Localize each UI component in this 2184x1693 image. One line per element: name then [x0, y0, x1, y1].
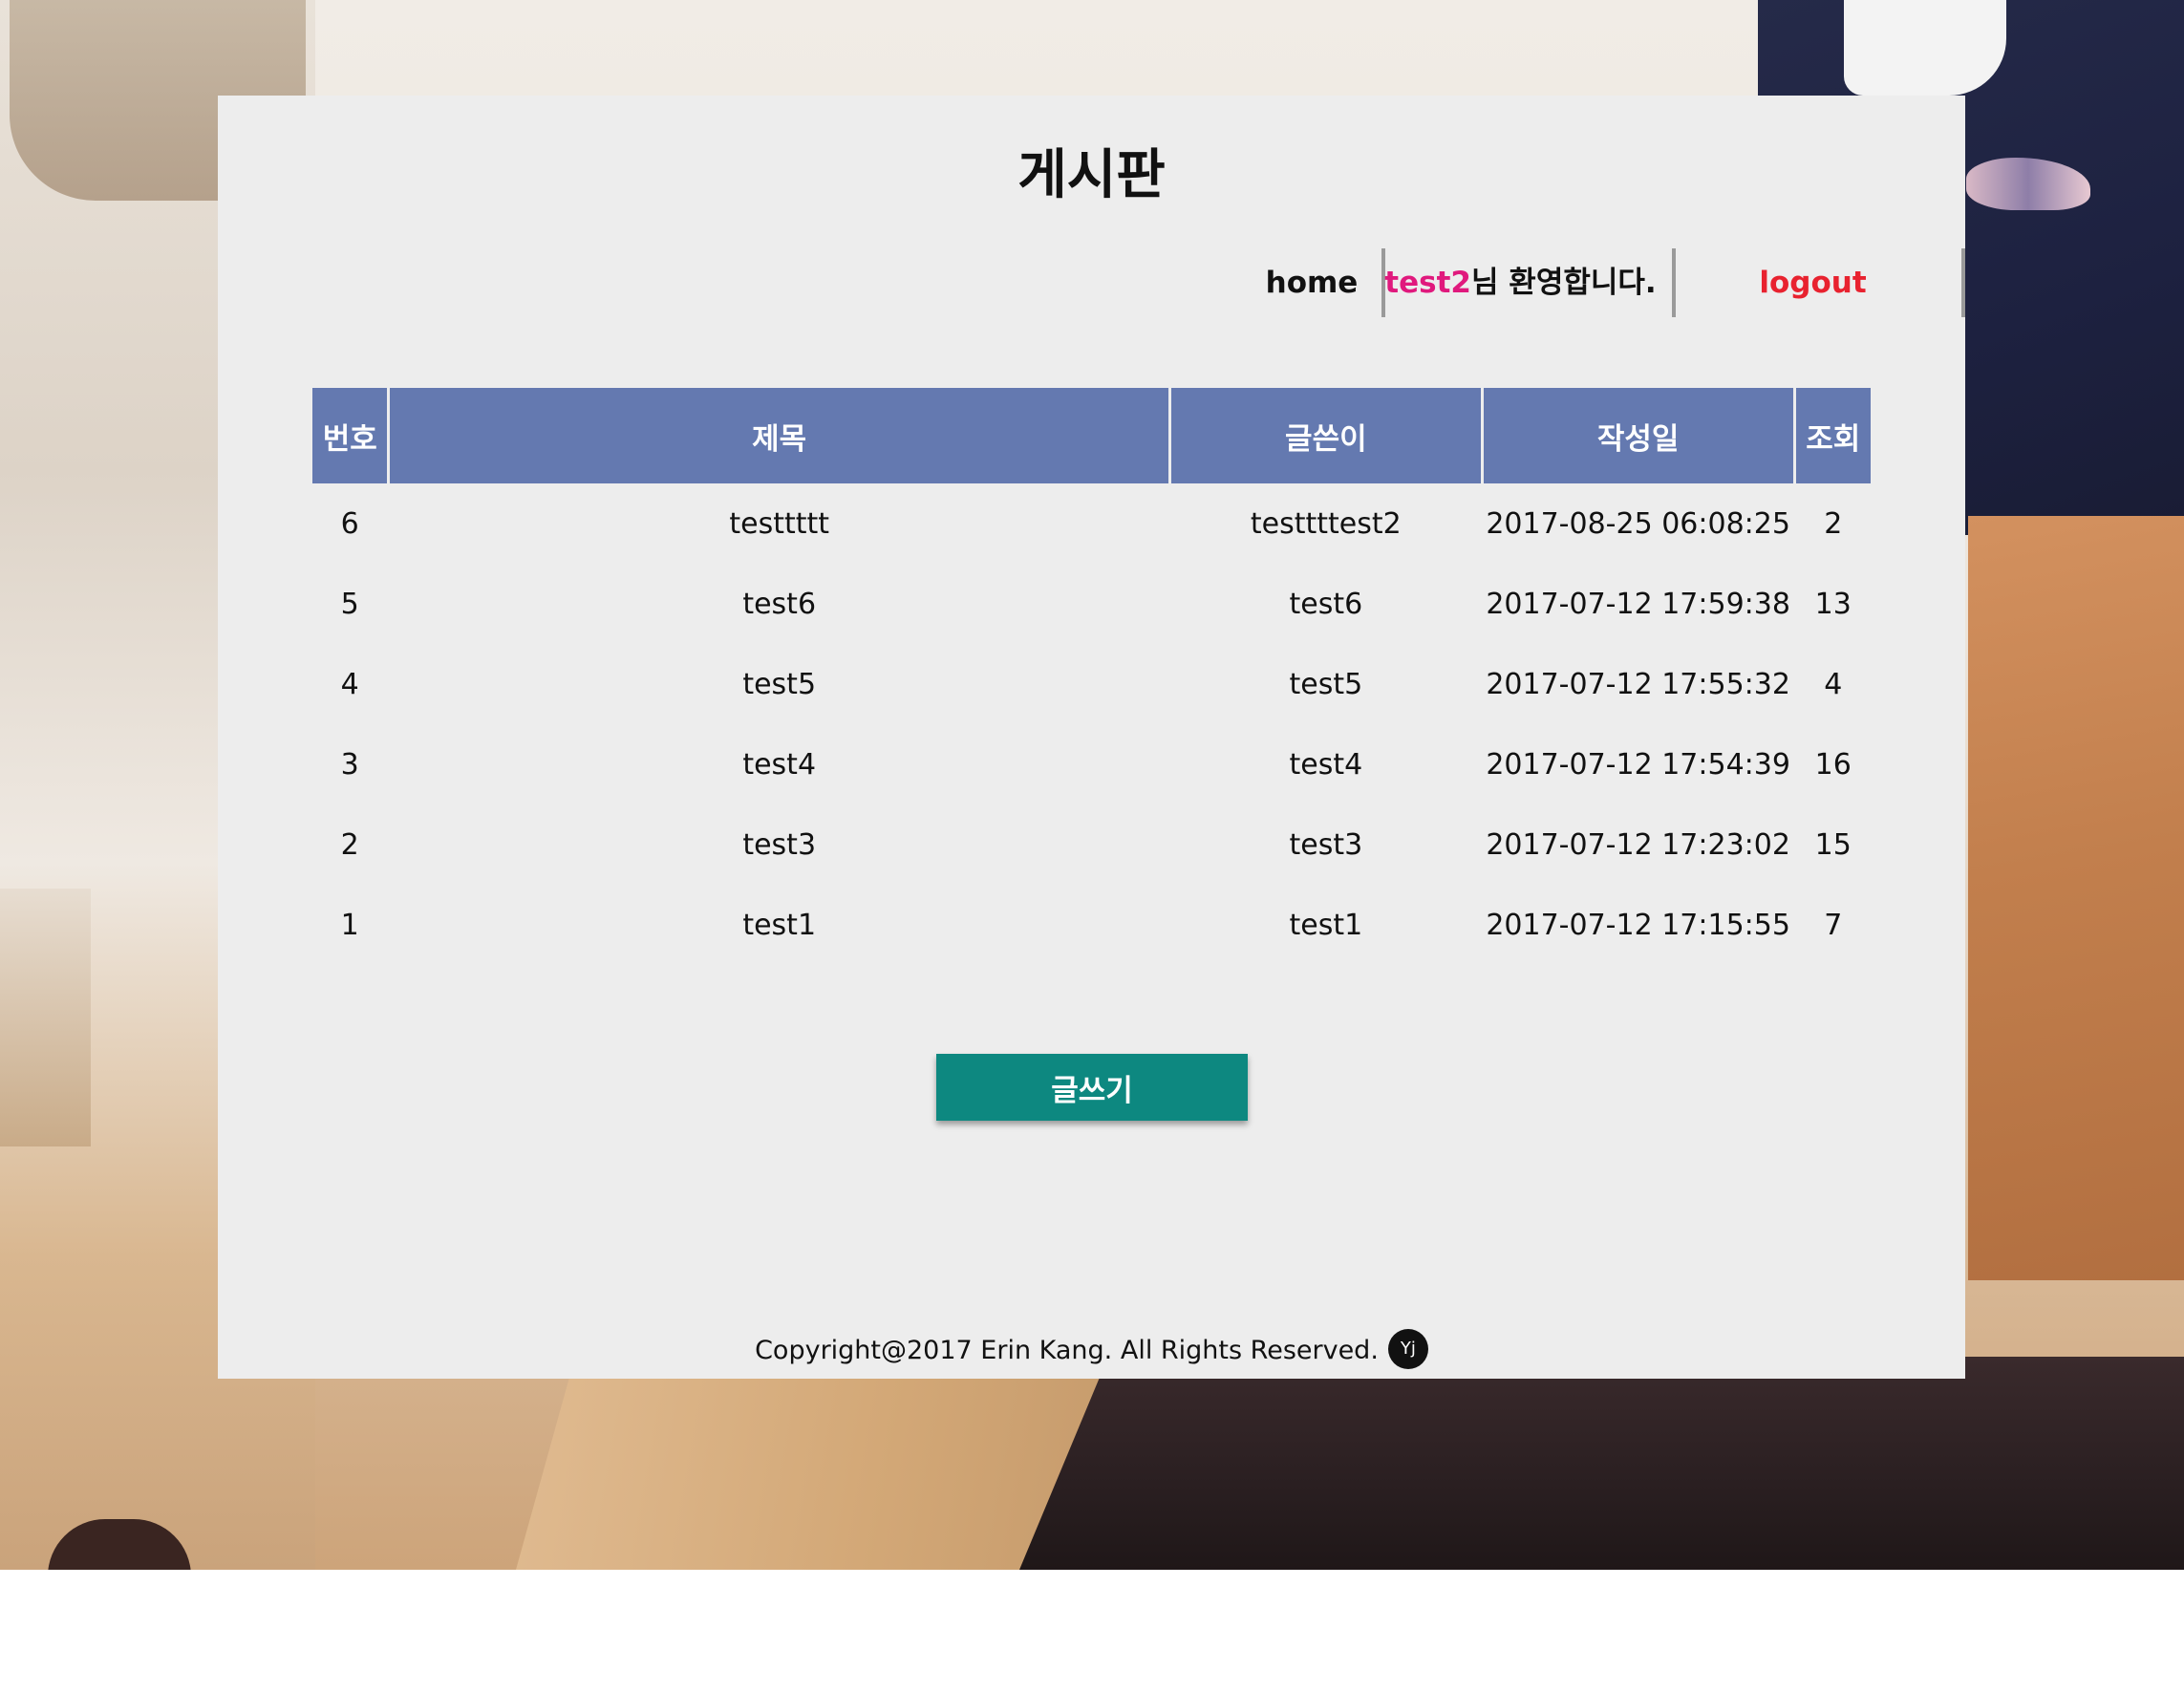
- row-hits: 16: [1814, 747, 1852, 782]
- table-row[interactable]: 6 testtttt testtttest2 2017-08-25 06:08:…: [312, 483, 1871, 564]
- column-header-hits: 조회: [1795, 388, 1871, 483]
- row-title-link[interactable]: testtttt: [390, 483, 1168, 564]
- row-hits: 13: [1814, 587, 1852, 621]
- row-hits: 15: [1814, 827, 1852, 862]
- row-date: 2017-08-25 06:08:25: [1486, 506, 1790, 541]
- top-nav: home test2님 환영합니다. logout: [218, 248, 1965, 317]
- board-panel: 게시판 home test2님 환영합니다. logout 번호 제목 글쓴이 …: [218, 96, 1965, 1379]
- row-date: 2017-07-12 17:59:38: [1486, 587, 1790, 621]
- table-row[interactable]: 2 test3 test3 2017-07-12 17:23:02 15: [312, 804, 1871, 885]
- column-header-date: 작성일: [1483, 388, 1793, 483]
- row-number: 6: [340, 506, 359, 541]
- row-date: 2017-07-12 17:15:55: [1486, 908, 1790, 942]
- row-number: 1: [340, 908, 359, 942]
- row-writer: test6: [1289, 587, 1363, 621]
- row-hits: 2: [1824, 506, 1843, 541]
- welcome-username: test2: [1384, 266, 1471, 300]
- welcome-message: test2님 환영합니다.: [1376, 248, 1665, 317]
- row-hits: 7: [1824, 908, 1843, 942]
- table-row[interactable]: 5 test6 test6 2017-07-12 17:59:38 13: [312, 564, 1871, 644]
- row-number: 3: [340, 747, 359, 782]
- row-writer: test1: [1289, 908, 1363, 942]
- row-hits: 4: [1824, 667, 1843, 701]
- board-table: 번호 제목 글쓴이 작성일 조회 6 testtttt testtttest2 …: [310, 388, 1874, 965]
- row-title-link[interactable]: test4: [390, 724, 1168, 804]
- table-row[interactable]: 3 test4 test4 2017-07-12 17:54:39 16: [312, 724, 1871, 804]
- welcome-suffix: 님 환영합니다.: [1470, 266, 1657, 300]
- row-writer: testtttest2: [1250, 506, 1402, 541]
- row-date: 2017-07-12 17:55:32: [1486, 667, 1790, 701]
- column-header-number: 번호: [312, 388, 388, 483]
- row-title-link[interactable]: test3: [390, 804, 1168, 885]
- table-row[interactable]: 4 test5 test5 2017-07-12 17:55:32 4: [312, 644, 1871, 724]
- row-title-link[interactable]: test5: [390, 644, 1168, 724]
- write-post-button[interactable]: 글쓰기: [936, 1054, 1248, 1121]
- page-title: 게시판: [1017, 144, 1166, 206]
- row-number: 4: [340, 667, 359, 701]
- table-header-row: 번호 제목 글쓴이 작성일 조회: [312, 388, 1871, 483]
- row-writer: test4: [1289, 747, 1363, 782]
- table-row[interactable]: 1 test1 test1 2017-07-12 17:15:55 7: [312, 885, 1871, 965]
- row-number: 2: [340, 827, 359, 862]
- column-header-title: 제목: [390, 388, 1168, 483]
- row-writer: test5: [1289, 667, 1363, 701]
- yj-logo-icon: Yj: [1387, 1328, 1428, 1369]
- column-header-writer: 글쓴이: [1170, 388, 1481, 483]
- row-date: 2017-07-12 17:23:02: [1486, 827, 1790, 862]
- nav-divider: [1961, 248, 1965, 317]
- copyright-text: Copyright@2017 Erin Kang. All Rights Res…: [755, 1336, 1379, 1365]
- row-writer: test3: [1289, 827, 1363, 862]
- row-number: 5: [340, 587, 359, 621]
- footer: Copyright@2017 Erin Kang. All Rights Res…: [218, 1328, 1965, 1374]
- row-title-link[interactable]: test1: [390, 885, 1168, 965]
- logout-link[interactable]: logout: [1668, 248, 1958, 317]
- row-date: 2017-07-12 17:54:39: [1486, 747, 1790, 782]
- row-title-link[interactable]: test6: [390, 564, 1168, 644]
